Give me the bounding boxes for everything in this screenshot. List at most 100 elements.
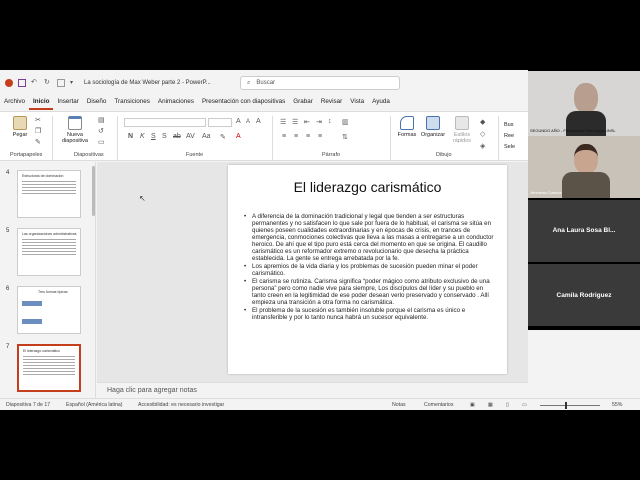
- comments-button[interactable]: Comentarios: [424, 402, 453, 408]
- italic-icon[interactable]: K: [140, 133, 145, 140]
- columns-icon[interactable]: ▥: [342, 118, 349, 126]
- case-icon[interactable]: Aa: [202, 133, 211, 140]
- strikethrough-icon[interactable]: ab: [173, 133, 181, 140]
- shadow-icon[interactable]: S: [162, 133, 167, 140]
- participant-tile-video[interactable]: Jeremías Coertos: [528, 136, 640, 198]
- shape-outline-icon[interactable]: ◇: [480, 130, 485, 138]
- select-button[interactable]: Sele: [504, 144, 530, 150]
- slide-title[interactable]: El liderazgo carismático: [228, 179, 507, 195]
- font-family-select[interactable]: [124, 118, 206, 127]
- find-button[interactable]: Bus: [504, 122, 530, 128]
- separator: [52, 116, 53, 160]
- shapes-button[interactable]: Formas: [396, 116, 418, 138]
- align-left-icon[interactable]: ≡: [282, 133, 286, 140]
- align-right-icon[interactable]: ≡: [306, 133, 310, 140]
- section-icon[interactable]: ▭: [98, 138, 105, 146]
- replace-button[interactable]: Ree: [504, 133, 530, 139]
- slide-body[interactable]: A diferencia de la dominación tradiciona…: [242, 213, 494, 322]
- window-title: La sociología de Max Weber parte 2 - Pow…: [84, 80, 211, 86]
- normal-view-icon[interactable]: ▣: [470, 402, 475, 408]
- tab-transiciones[interactable]: Transiciones: [110, 96, 153, 110]
- slide-thumbnail-6[interactable]: Tres formas típicas: [17, 286, 81, 334]
- accessibility-status[interactable]: Accesibilidad: es necesario investigar: [138, 402, 224, 408]
- undo-icon[interactable]: ↶: [31, 79, 39, 87]
- participant-shirt: [562, 172, 610, 198]
- shape-fill-icon[interactable]: ◆: [480, 118, 485, 126]
- cut-icon[interactable]: ✂: [35, 116, 41, 124]
- bullets-icon[interactable]: ☰: [280, 118, 286, 126]
- tab-inicio[interactable]: Inicio: [29, 96, 54, 110]
- thumbnails-scrollbar[interactable]: [92, 166, 95, 216]
- bold-icon[interactable]: N: [128, 133, 133, 140]
- new-slide-button[interactable]: Nueva diapositiva: [58, 116, 92, 144]
- group-label-portapapeles: Portapapeles: [10, 152, 43, 158]
- notes-pane[interactable]: Haga clic para agregar notas: [97, 382, 528, 398]
- line-spacing-icon[interactable]: ↕: [328, 118, 332, 125]
- spacing-icon[interactable]: AV: [186, 133, 195, 140]
- tab-animaciones[interactable]: Animaciones: [154, 96, 198, 110]
- tab-vista[interactable]: Vista: [346, 96, 368, 110]
- zoom-level[interactable]: 55%: [612, 402, 622, 408]
- status-bar: Diapositiva 7 de 17 Español (América lat…: [0, 398, 640, 410]
- tab-presentacion[interactable]: Presentación con diapositivas: [198, 96, 289, 110]
- tab-insertar[interactable]: Insertar: [53, 96, 82, 110]
- separator: [117, 116, 118, 160]
- thumb-number: 7: [6, 344, 10, 350]
- tab-revisar[interactable]: Revisar: [317, 96, 346, 110]
- participant-tile[interactable]: Camila Rodriguez: [528, 264, 640, 326]
- tab-grabar[interactable]: Grabar: [289, 96, 317, 110]
- outdent-icon[interactable]: ⇥: [316, 118, 322, 126]
- participant-tile[interactable]: Ana Laura Sosa Bl...: [528, 200, 640, 262]
- more-icon[interactable]: ▾: [70, 79, 78, 87]
- underline-icon[interactable]: S: [151, 133, 156, 140]
- slideshow-view-icon[interactable]: ▭: [522, 402, 527, 408]
- editing-group: Bus Ree Sele: [504, 122, 530, 162]
- search-placeholder: Buscar: [256, 80, 276, 86]
- tab-diseno[interactable]: Diseño: [83, 96, 111, 110]
- font-size-select[interactable]: [208, 118, 232, 127]
- thumb-title: Estructuras de dominación: [22, 174, 64, 178]
- bullet-item: Los apremios de la vida diaria y los pro…: [242, 263, 494, 277]
- paste-button[interactable]: Pegar: [10, 116, 30, 138]
- align-center-icon[interactable]: ≡: [294, 133, 298, 140]
- participant-name: SEGUNDO AÑO - Facultad de Psicología UNS…: [530, 128, 616, 133]
- numbering-icon[interactable]: ☰: [292, 118, 298, 126]
- grow-font-icon[interactable]: A: [236, 118, 241, 125]
- arrange-button[interactable]: Organizar: [420, 116, 446, 138]
- tab-archivo[interactable]: Archivo: [0, 96, 29, 110]
- language-status[interactable]: Español (América latina): [66, 402, 123, 408]
- slide-thumbnail-4[interactable]: Estructuras de dominación: [17, 170, 81, 218]
- format-painter-icon[interactable]: ✎: [35, 138, 41, 146]
- quick-styles-icon: [455, 116, 469, 130]
- redo-icon[interactable]: ↻: [44, 79, 52, 87]
- participant-tile-presenter[interactable]: SEGUNDO AÑO - Facultad de Psicología UNS…: [528, 71, 640, 136]
- notes-button[interactable]: Notas: [392, 402, 406, 408]
- layout-icon[interactable]: ▤: [98, 116, 105, 124]
- thumb-title: Tres formas típicas: [38, 290, 68, 294]
- justify-icon[interactable]: ≡: [318, 133, 322, 140]
- indent-icon[interactable]: ⇤: [304, 118, 310, 126]
- quick-styles-button[interactable]: Estilos rápidos: [450, 116, 474, 144]
- arrange-label: Organizar: [420, 132, 446, 138]
- present-icon[interactable]: [57, 79, 65, 87]
- sorter-view-icon[interactable]: ▦: [488, 402, 493, 408]
- shape-effects-icon[interactable]: ◈: [480, 142, 485, 150]
- highlight-icon[interactable]: ✎: [220, 133, 226, 141]
- reset-icon[interactable]: ↺: [98, 127, 104, 135]
- slide-thumbnail-5[interactable]: Las organizaciones administrativas: [17, 228, 81, 276]
- zoom-slider-thumb[interactable]: [565, 402, 567, 409]
- zoom-slider[interactable]: [540, 405, 600, 406]
- shrink-font-icon[interactable]: A: [246, 119, 250, 125]
- slide-thumbnail-7[interactable]: El liderazgo carismático: [17, 344, 81, 392]
- copy-icon[interactable]: ❐: [35, 127, 41, 135]
- current-slide[interactable]: El liderazgo carismático A diferencia de…: [228, 165, 507, 374]
- participant-name: Ana Laura Sosa Bl...: [552, 227, 616, 234]
- reading-view-icon[interactable]: ▯: [506, 402, 509, 408]
- tab-ayuda[interactable]: Ayuda: [368, 96, 394, 110]
- group-label-fuente: Fuente: [186, 152, 204, 158]
- clear-format-icon[interactable]: A: [256, 118, 261, 125]
- font-color-icon[interactable]: A: [236, 133, 241, 140]
- text-direction-icon[interactable]: ⇅: [342, 133, 348, 141]
- save-icon[interactable]: [18, 79, 26, 87]
- search-input[interactable]: ⌕ Buscar: [240, 76, 400, 90]
